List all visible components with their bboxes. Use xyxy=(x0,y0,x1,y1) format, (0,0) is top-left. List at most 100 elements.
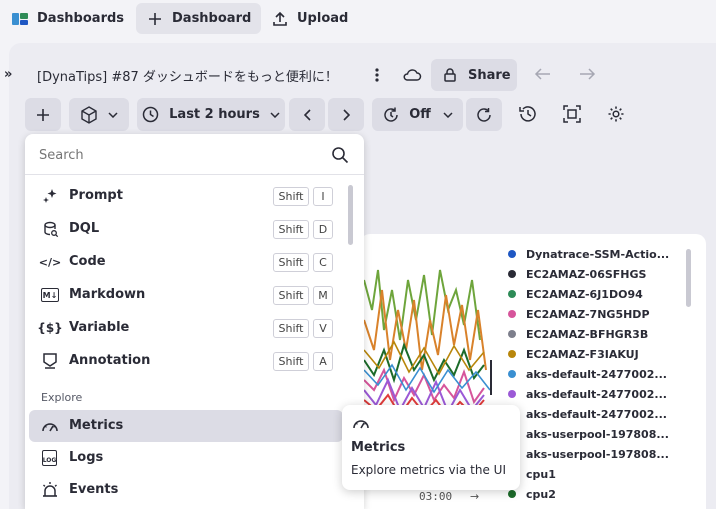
settings-gear-icon[interactable] xyxy=(606,104,626,124)
legend-label: EC2AMAZ-06SFHGS xyxy=(526,267,647,281)
timeframe-next-button[interactable] xyxy=(328,98,364,131)
legend-color-dot xyxy=(508,390,516,398)
legend-color-dot xyxy=(508,330,516,338)
sparkle-icon xyxy=(41,187,59,205)
menu-item-prompt[interactable]: Prompt Shift I xyxy=(29,180,343,212)
shortcut-key: V xyxy=(313,319,333,338)
menu-search-row xyxy=(25,134,364,175)
upload-icon xyxy=(271,10,289,28)
menu-item-events[interactable]: Events xyxy=(29,474,343,506)
refresh-clock-icon xyxy=(384,107,398,122)
timeframe-previous-button[interactable] xyxy=(289,98,325,131)
legend-label: EC2AMAZ-F3IAKUJ xyxy=(526,347,639,361)
legend-item[interactable]: Dynatrace-SSM-Actio... xyxy=(508,244,678,264)
legend-item[interactable]: EC2AMAZ-06SFHGS xyxy=(508,264,678,284)
expand-sidebar-button[interactable]: » xyxy=(4,67,12,82)
legend-item[interactable]: EC2AMAZ-6J1DO94 xyxy=(508,284,678,304)
legend-label: aks-userpool-197808... xyxy=(526,427,669,441)
menu-item-annotation[interactable]: Annotation Shift A xyxy=(29,345,343,377)
share-button[interactable]: Share xyxy=(431,59,517,91)
legend-label: Dynatrace-SSM-Actio... xyxy=(526,247,670,261)
plus-icon xyxy=(37,108,49,121)
top-bar: Dashboards Dashboard Upload xyxy=(0,0,716,38)
menu-item-markdown[interactable]: M↓ Markdown Shift M xyxy=(29,279,343,311)
legend-color-dot xyxy=(508,270,516,278)
add-tile-button[interactable] xyxy=(25,98,61,131)
menu-item-label: Logs xyxy=(69,450,104,465)
legend-item[interactable]: EC2AMAZ-F3IAKUJ xyxy=(508,344,678,364)
shortcut-key-shift: Shift xyxy=(273,187,309,206)
shortcut-key-shift: Shift xyxy=(273,220,309,239)
shortcut-key: D xyxy=(313,220,333,239)
legend-color-dot xyxy=(508,490,516,498)
menu-item-label: Prompt xyxy=(69,188,123,203)
legend-item[interactable]: aks-default-2477002... xyxy=(508,384,678,404)
legend-item[interactable]: cpu2 xyxy=(508,484,678,504)
menu-item-label: DQL xyxy=(69,221,100,236)
log-icon: LOG xyxy=(42,450,57,466)
menu-item-logs[interactable]: LOG Logs xyxy=(29,442,343,474)
timeframe-label: Last 2 hours xyxy=(169,107,260,122)
redo-icon[interactable] xyxy=(578,66,596,82)
auto-refresh-selector[interactable]: Off xyxy=(372,98,463,131)
menu-item-metrics[interactable]: Metrics xyxy=(29,410,343,442)
legend-item[interactable]: aks-userpool-197808... xyxy=(508,444,678,464)
legend-color-dot xyxy=(508,250,516,258)
variable-icon: {$} xyxy=(37,321,63,335)
new-dashboard-tab[interactable]: Dashboard xyxy=(136,3,262,34)
legend-label: aks-userpool-197808... xyxy=(526,447,669,461)
legend-label: cpu1 xyxy=(526,467,556,481)
menu-item-code[interactable]: </> Code Shift C xyxy=(29,246,343,278)
upload-button[interactable]: Upload xyxy=(261,3,358,34)
refresh-button[interactable] xyxy=(466,98,502,131)
search-icon[interactable] xyxy=(331,146,349,164)
history-icon[interactable] xyxy=(518,104,538,124)
menu-item-variable[interactable]: {$} Variable Shift V xyxy=(29,312,343,344)
legend-color-dot xyxy=(508,350,516,358)
shortcut-key: C xyxy=(313,253,333,272)
markdown-icon: M↓ xyxy=(41,288,59,302)
metrics-tooltip: Metrics Explore metrics via the UI xyxy=(342,405,520,490)
menu-scrollbar[interactable] xyxy=(348,185,353,245)
cube-icon xyxy=(81,105,97,124)
dashboards-app-icon xyxy=(11,10,29,28)
annotation-icon xyxy=(41,352,59,370)
legend-item[interactable]: cpu1 xyxy=(508,464,678,484)
legend-color-dot xyxy=(508,290,516,298)
segment-selector-button[interactable] xyxy=(69,98,129,131)
chevron-down-icon xyxy=(443,111,453,118)
legend-label: aks-default-2477002... xyxy=(526,387,667,401)
tooltip-title: Metrics xyxy=(351,440,406,455)
legend-label: aks-default-2477002... xyxy=(526,407,667,421)
legend-label: EC2AMAZ-7NG5HDP xyxy=(526,307,650,321)
gauge-icon xyxy=(352,415,370,433)
plus-icon xyxy=(146,10,164,28)
legend-color-dot xyxy=(508,310,516,318)
menu-search-input[interactable] xyxy=(39,144,319,166)
shortcut-key-shift: Shift xyxy=(273,319,309,338)
menu-item-label: Metrics xyxy=(69,418,124,433)
undo-icon[interactable] xyxy=(534,66,552,82)
dashboards-app-button[interactable]: Dashboards xyxy=(1,3,134,34)
shortcut-key: I xyxy=(313,187,333,206)
x-axis-next-arrow[interactable]: → xyxy=(470,490,479,503)
legend-item[interactable]: aks-default-2477002... xyxy=(508,404,678,424)
legend-label: EC2AMAZ-6J1DO94 xyxy=(526,287,643,301)
legend-item[interactable]: aks-userpool-197808... xyxy=(508,424,678,444)
legend-item[interactable]: EC2AMAZ-BFHGR3B xyxy=(508,324,678,344)
shortcut-key: M xyxy=(313,286,333,305)
chevron-down-icon xyxy=(108,111,118,118)
chevron-right-icon xyxy=(342,108,350,121)
timeframe-selector[interactable]: Last 2 hours xyxy=(137,98,285,131)
dashboard-title[interactable]: [DynaTips] #87 ダッシュボードをもっと便利に！ xyxy=(37,66,338,85)
legend-item[interactable]: aks-default-2477002... xyxy=(508,364,678,384)
legend-label: cpu2 xyxy=(526,487,556,501)
menu-item-dql[interactable]: DQL Shift D xyxy=(29,213,343,245)
legend-item[interactable]: EC2AMAZ-7NG5HDP xyxy=(508,304,678,324)
more-options-icon[interactable] xyxy=(370,66,384,84)
fullscreen-icon[interactable] xyxy=(562,104,582,124)
cloud-sync-icon[interactable] xyxy=(401,65,423,85)
legend-scrollbar[interactable] xyxy=(686,249,691,307)
tooltip-description: Explore metrics via the UI xyxy=(351,463,506,477)
shortcut-key-shift: Shift xyxy=(273,253,309,272)
